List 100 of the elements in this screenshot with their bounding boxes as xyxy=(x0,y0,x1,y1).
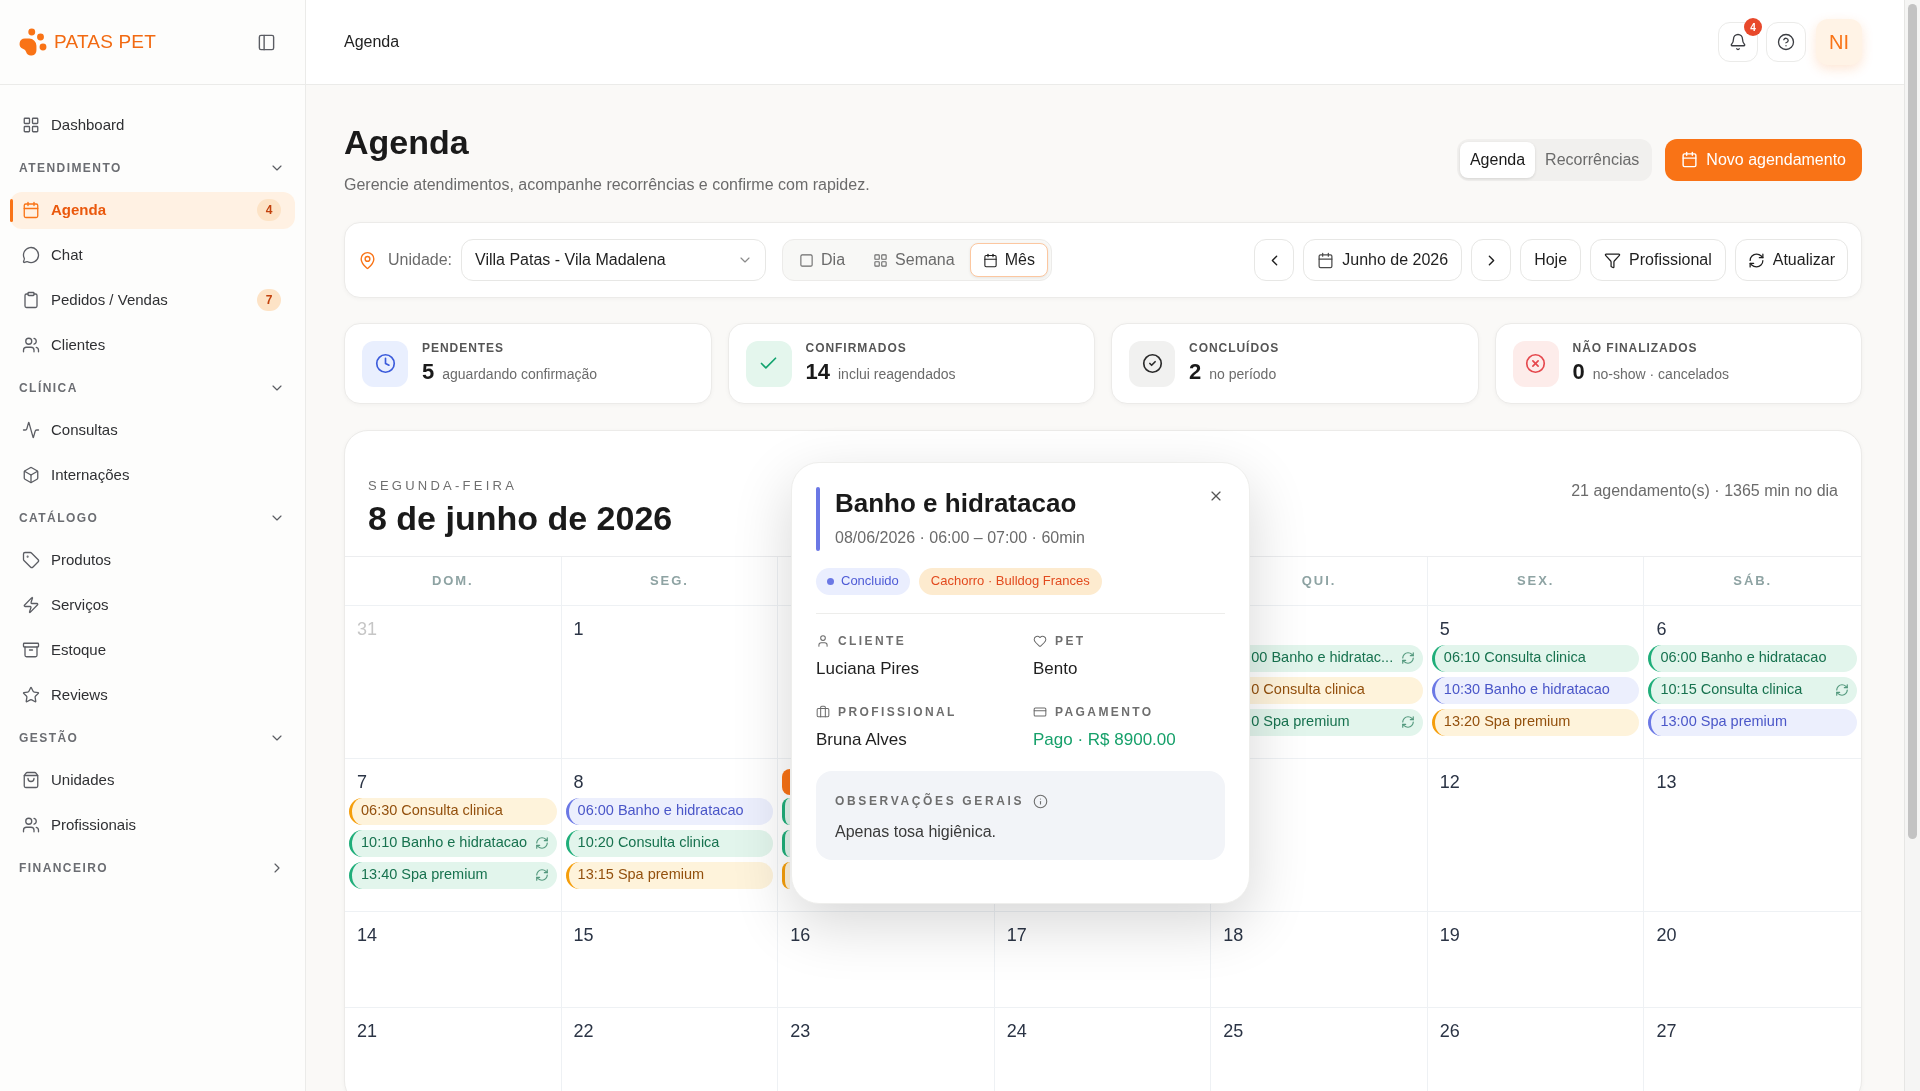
day-number: 15 xyxy=(573,924,594,947)
info-icon xyxy=(1033,793,1049,809)
stat-value: 2 xyxy=(1189,359,1202,385)
appointment-chip[interactable]: 13:40 Spa premium xyxy=(349,861,557,889)
grid-icon xyxy=(873,252,889,268)
field-label: PAGAMENTO xyxy=(1055,704,1154,720)
topbar-title: Agenda xyxy=(344,32,400,52)
calendar-icon xyxy=(1317,251,1335,269)
appointment-chip[interactable]: 10:30 Banho e hidratacao xyxy=(1431,676,1640,704)
credit-card-icon xyxy=(1033,705,1047,719)
appointment-chip[interactable]: 13:20 Spa premium xyxy=(1431,708,1640,736)
status-badge: Concluido xyxy=(816,567,910,595)
day-number: 25 xyxy=(1223,1020,1244,1043)
appointment-chip[interactable]: 13:00 Spa premium xyxy=(1648,708,1857,736)
period-button[interactable]: Junho de 2026 xyxy=(1303,239,1463,281)
appointment-chip[interactable]: 0 Spa premium xyxy=(1250,708,1423,736)
view-option[interactable]: Mês xyxy=(969,243,1048,277)
sidebar-toggle-icon[interactable] xyxy=(257,32,276,52)
unit-select[interactable]: Villa Patas - Vila Madalena xyxy=(461,239,767,281)
day-number: 27 xyxy=(1656,1020,1677,1043)
day-number: 26 xyxy=(1439,1020,1460,1043)
tab[interactable]: Agenda xyxy=(1459,141,1536,178)
heart-icon xyxy=(1033,634,1047,648)
weekday-header: DOM. xyxy=(431,572,474,591)
section-header[interactable]: GESTÃO xyxy=(10,723,295,753)
day-number: 12 xyxy=(1439,771,1460,794)
star-icon xyxy=(22,686,40,704)
appointment-chip[interactable]: 06:00 Banho e hidratacao xyxy=(565,797,774,825)
appointment-chip[interactable]: 10:20 Consulta clinica xyxy=(565,829,774,857)
appointment-chip[interactable]: 0 Consulta clinica xyxy=(1250,676,1423,704)
day-number: 22 xyxy=(573,1020,594,1043)
selected-date: 8 de junho de 2026 xyxy=(368,498,673,538)
filter-icon xyxy=(1604,251,1622,269)
sidebar-item[interactable]: Dashboard xyxy=(10,106,295,144)
tag-icon xyxy=(22,551,40,569)
day-number: 24 xyxy=(1006,1020,1027,1043)
sidebar-item[interactable]: Estoque xyxy=(10,631,295,669)
stat-value: 14 xyxy=(805,359,830,385)
page-subtitle: Gerencie atendimentos, acompanhe recorrências e confirme com rapidez. xyxy=(344,175,870,195)
stat-note: inclui reagendados xyxy=(838,365,956,384)
section-header[interactable]: ATENDIMENTO xyxy=(10,153,295,183)
sidebar-item[interactable]: Serviços xyxy=(10,586,295,624)
sidebar-item[interactable]: Unidades xyxy=(10,761,295,799)
appointment-chip[interactable]: 06:30 Consulta clinica xyxy=(349,797,557,825)
field-value: Bruna Alves xyxy=(816,729,908,751)
day-number: 17 xyxy=(1006,924,1027,947)
view-option[interactable]: Semana xyxy=(860,243,968,277)
sidebar-item[interactable]: Profissionais xyxy=(10,806,295,844)
appointment-chip[interactable]: 10:10 Banho e hidratacao xyxy=(349,829,557,857)
appointment-chip[interactable]: 06:10 Consulta clinica xyxy=(1431,644,1640,672)
today-button[interactable]: Hoje xyxy=(1520,239,1582,281)
briefcase-icon xyxy=(816,705,830,719)
day-number: 18 xyxy=(1223,924,1244,947)
sidebar-item[interactable]: Internações xyxy=(10,456,295,494)
appointment-chip[interactable]: 06:00 Banho e hidratacao xyxy=(1648,644,1857,672)
sidebar-item[interactable]: Produtos xyxy=(10,541,295,579)
day-number: 23 xyxy=(790,1020,811,1043)
notes-text: Apenas tosa higiênica. xyxy=(835,822,997,842)
stat-value: 0 xyxy=(1572,359,1585,385)
refresh-button[interactable]: Atualizar xyxy=(1734,239,1848,281)
section-header[interactable]: FINANCEIRO xyxy=(10,853,295,883)
day-number: 20 xyxy=(1656,924,1677,947)
appointment-chip[interactable]: 13:15 Spa premium xyxy=(565,861,774,889)
day-number: 19 xyxy=(1439,924,1460,947)
section-header[interactable]: CATÁLOGO xyxy=(10,503,295,533)
stat-label: CONCLUÍDOS xyxy=(1189,340,1280,356)
view-option[interactable]: Dia xyxy=(786,243,859,277)
sidebar-item[interactable]: Reviews xyxy=(10,676,295,714)
sidebar-item[interactable]: Clientes xyxy=(10,326,295,364)
section-header[interactable]: CLÍNICA xyxy=(10,373,295,403)
popover-title: Banho e hidratacao xyxy=(835,487,1078,519)
day-number: 6 xyxy=(1656,618,1667,641)
scrollbar[interactable] xyxy=(1904,0,1920,1091)
sidebar-item[interactable]: Pedidos / Vendas 7 xyxy=(10,281,295,319)
appointment-chip[interactable]: 00 Banho e hidratac... xyxy=(1250,644,1423,672)
refresh-icon xyxy=(1747,251,1765,269)
sidebar-item[interactable]: Agenda 4 xyxy=(10,191,295,229)
tab[interactable]: Recorrências xyxy=(1535,141,1650,178)
appointment-time: 08/06/2026 · 06:00 – 07:00 · 60min xyxy=(835,528,1086,548)
day-number: 5 xyxy=(1439,618,1450,641)
scrollbar-thumb[interactable] xyxy=(1908,4,1917,839)
help-icon xyxy=(1777,33,1795,51)
day-number: 31 xyxy=(357,618,378,641)
sidebar-item[interactable]: Consultas xyxy=(10,411,295,449)
field-label: PET xyxy=(1055,633,1086,649)
day-number: 13 xyxy=(1656,771,1677,794)
check-icon xyxy=(745,340,792,387)
notes-label: OBSERVAÇÕES GERAIS xyxy=(835,793,1025,809)
stat-label: PENDENTES xyxy=(422,340,505,356)
weekday-header: SEG. xyxy=(649,572,689,591)
sidebar-item[interactable]: Chat xyxy=(10,236,295,274)
field-value: Luciana Pires xyxy=(816,658,920,680)
appointment-chip[interactable]: 10:15 Consulta clinica xyxy=(1648,676,1857,704)
day-number: 14 xyxy=(357,924,378,947)
professional-filter-button[interactable]: Profissional xyxy=(1590,239,1726,281)
square-icon xyxy=(799,252,815,268)
shopping-bag-icon xyxy=(22,771,40,789)
help-button[interactable] xyxy=(1766,22,1806,62)
notification-badge: 4 xyxy=(1744,18,1762,36)
archive-box-icon xyxy=(22,641,40,659)
